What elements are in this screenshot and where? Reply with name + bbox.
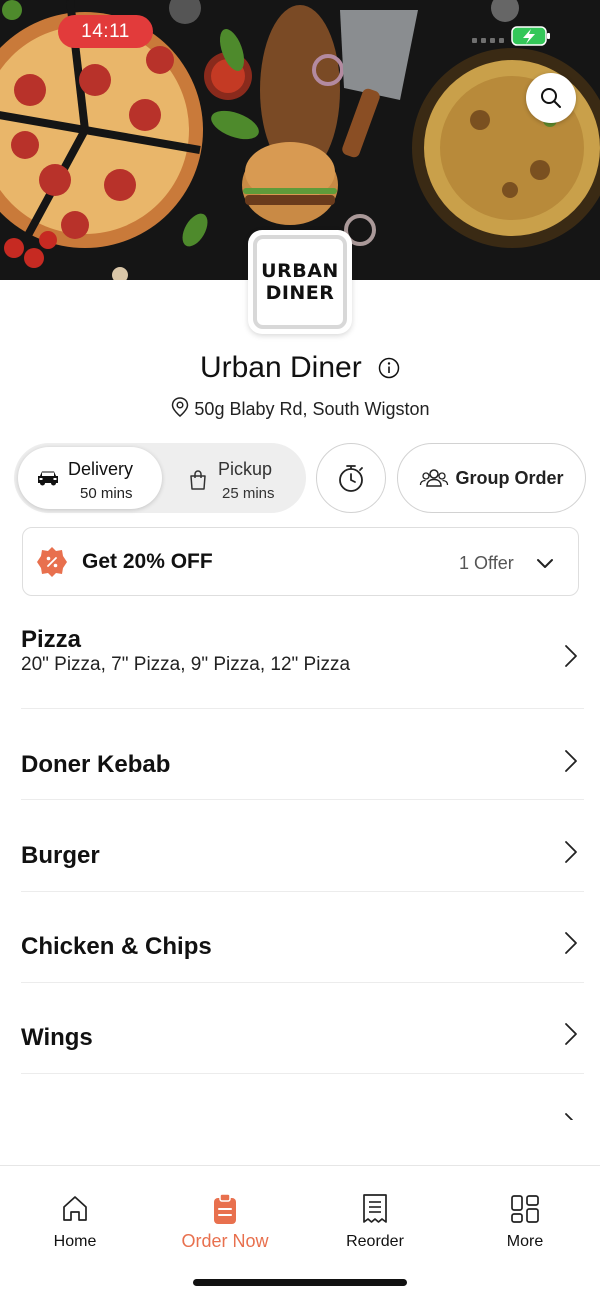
search-icon: [541, 88, 561, 108]
burger-image: [242, 142, 338, 225]
restaurant-header: Urban Diner: [0, 350, 600, 385]
nav-reorder[interactable]: Reorder: [300, 1166, 450, 1266]
menu-category-subtitle: 20" Pizza, 7" Pizza, 9" Pizza, 12" Pizza: [21, 654, 351, 675]
nav-more-label: More: [506, 1233, 544, 1250]
battery-icon: [511, 26, 550, 46]
order-icon: [214, 1193, 236, 1224]
chevron-right-icon: [565, 841, 577, 863]
group-order-button[interactable]: Group Order: [397, 443, 586, 513]
chevron-down-icon[interactable]: [536, 558, 554, 570]
nav-order-now-label: Order Now: [181, 1231, 269, 1251]
chevron-right-icon: [565, 645, 577, 667]
menu-category-label: Burger: [21, 842, 100, 869]
offer-title: Get 20% OFF: [82, 550, 213, 573]
schedule-button[interactable]: [316, 443, 386, 513]
menu-category-pizza[interactable]: Pizza 20" Pizza, 7" Pizza, 9" Pizza, 12"…: [21, 612, 584, 709]
home-indicator[interactable]: [193, 1279, 407, 1286]
menu-category-label: Wings: [21, 1024, 93, 1051]
nav-home[interactable]: Home: [0, 1166, 150, 1266]
receipt-icon: [363, 1194, 387, 1223]
chevron-right-icon: [565, 1113, 573, 1120]
chevron-right-icon: [565, 1023, 577, 1045]
delivery-option[interactable]: Delivery 50 mins: [18, 447, 162, 509]
delivery-label: Delivery: [68, 459, 134, 479]
chevron-right-icon: [565, 750, 577, 772]
nav-reorder-label: Reorder: [346, 1233, 404, 1250]
car-icon: [38, 471, 58, 486]
restaurant-address: 50g Blaby Rd, South Wigston: [0, 396, 600, 420]
logo-text-line1: URBAN: [261, 260, 339, 282]
grid-icon: [511, 1195, 539, 1223]
menu-category-wings[interactable]: Wings: [21, 983, 584, 1074]
group-people-icon: [420, 469, 449, 487]
address-text: 50g Blaby Rd, South Wigston: [194, 399, 430, 419]
logo-text-line2: DINER: [265, 282, 335, 304]
menu-category-chicken-chips[interactable]: Chicken & Chips: [21, 892, 584, 983]
offer-count: 1 Offer: [459, 553, 514, 573]
shopping-bag-icon: [190, 470, 206, 490]
search-button[interactable]: [526, 73, 576, 123]
discount-badge-icon: [37, 547, 67, 577]
nav-home-label: Home: [53, 1233, 97, 1250]
pickup-time: 25 mins: [222, 485, 275, 502]
chevron-right-icon: [565, 932, 577, 954]
menu-category-label: Doner Kebab: [21, 751, 171, 778]
pickup-label: Pickup: [218, 459, 273, 479]
nav-more[interactable]: More: [450, 1166, 600, 1266]
menu-category-doner-kebab[interactable]: Doner Kebab: [21, 709, 584, 800]
offer-banner[interactable]: Get 20% OFF 1 Offer: [22, 527, 579, 596]
restaurant-name: Urban Diner: [199, 351, 362, 385]
menu-category-burger[interactable]: Burger: [21, 800, 584, 892]
menu-category-label: Pizza: [21, 626, 82, 653]
pickup-option[interactable]: Pickup 25 mins: [174, 447, 302, 509]
home-icon: [63, 1196, 87, 1221]
group-order-label: Group Order: [455, 467, 564, 488]
stopwatch-icon: [339, 465, 363, 492]
menu-category-label: Chicken & Chips: [21, 933, 212, 960]
restaurant-logo: URBAN DINER: [248, 230, 352, 334]
location-pin-icon: [172, 397, 189, 417]
info-icon[interactable]: [378, 357, 400, 379]
nav-order-now[interactable]: Order Now: [150, 1166, 300, 1266]
status-time: 14:11: [58, 15, 153, 48]
delivery-time: 50 mins: [80, 485, 133, 502]
fulfilment-mode-toggle: Delivery 50 mins Pickup 25 mins: [14, 443, 306, 513]
signal-icon: [472, 38, 504, 43]
